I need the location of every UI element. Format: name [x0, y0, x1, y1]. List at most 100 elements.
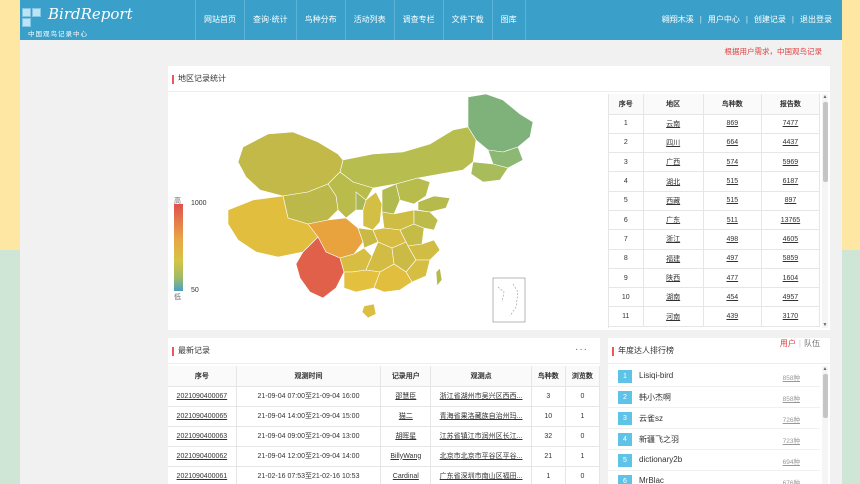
region-report-count[interactable]: 4605 — [761, 229, 820, 250]
region-report-count[interactable]: 897 — [761, 191, 820, 211]
record-location[interactable]: 浙江省湖州市吴兴区西西... — [430, 386, 532, 407]
table-row: 2021090400062 21-09-04 12:00至21-09-04 14:… — [168, 446, 601, 467]
col-header-region: 地区 — [643, 94, 704, 115]
record-location[interactable]: 江苏省镇江市润州区长江... — [430, 426, 532, 447]
table-row: 2021090400063 21-09-04 09:00至21-09-04 13:… — [168, 426, 601, 447]
region-species-count[interactable]: 515 — [703, 191, 762, 211]
region-species-count[interactable]: 439 — [703, 306, 762, 327]
username-link[interactable]: 翱翔木溪 — [662, 0, 694, 40]
region-species-count[interactable]: 454 — [703, 287, 762, 308]
record-serial[interactable]: 2021090400061 — [168, 466, 237, 484]
region-report-count[interactable]: 4437 — [761, 133, 820, 154]
region-index: 1 — [609, 114, 644, 134]
region-name[interactable]: 云南 — [643, 114, 704, 134]
region-name[interactable]: 四川 — [643, 133, 704, 154]
rank-user-name[interactable]: dictionary2b — [639, 455, 682, 464]
rank-user-name[interactable]: 新疆飞之羽 — [639, 434, 679, 445]
nav-gallery[interactable]: 图库 — [491, 0, 526, 40]
nav-species-distribution[interactable]: 鸟种分布 — [295, 0, 345, 40]
region-report-count[interactable]: 3170 — [761, 306, 820, 327]
region-name[interactable]: 广西 — [643, 152, 704, 173]
region-name[interactable]: 湖北 — [643, 171, 704, 192]
region-species-count[interactable]: 477 — [703, 268, 762, 289]
rank-species-count[interactable]: 726种 — [783, 414, 800, 424]
rank-species-count[interactable]: 694种 — [783, 456, 800, 466]
nav-query-stats[interactable]: 查询·统计 — [244, 0, 296, 40]
list-item[interactable]: 1 Lisiqi-bird 858种 — [608, 366, 820, 387]
region-species-count[interactable]: 511 — [703, 210, 762, 231]
region-report-count[interactable]: 5859 — [761, 249, 820, 269]
rank-user-name[interactable]: MrBlac — [639, 476, 664, 484]
list-item[interactable]: 4 新疆飞之羽 723种 — [608, 429, 820, 450]
region-name[interactable]: 河南 — [643, 306, 704, 327]
record-user[interactable]: 猫二 — [380, 406, 432, 427]
scrollbar-thumb[interactable] — [823, 102, 828, 182]
rank-species-count[interactable]: 858种 — [783, 372, 800, 382]
scroll-down-icon[interactable]: ▼ — [822, 322, 828, 328]
scroll-up-icon[interactable]: ▲ — [822, 366, 828, 372]
region-report-count[interactable]: 5969 — [761, 152, 820, 173]
region-name[interactable]: 西藏 — [643, 191, 704, 211]
record-serial[interactable]: 2021090400065 — [168, 406, 237, 427]
user-center-link[interactable]: 用户中心 — [708, 0, 740, 40]
list-item[interactable]: 3 云雀sz 726种 — [608, 408, 820, 429]
nav-home[interactable]: 网站首页 — [195, 0, 244, 40]
scroll-up-icon[interactable]: ▲ — [822, 94, 828, 100]
record-serial[interactable]: 2021090400067 — [168, 386, 237, 407]
record-location[interactable]: 北京市北京市平谷区平谷... — [430, 446, 532, 467]
notice-marquee[interactable]: 根据用户需求，中国观鸟记录 — [725, 46, 823, 57]
ranking-scrollbar[interactable]: ▲ — [822, 366, 828, 484]
region-species-count[interactable]: 664 — [703, 133, 762, 154]
region-species-count[interactable]: 869 — [703, 114, 762, 134]
nav-downloads[interactable]: 文件下载 — [442, 0, 492, 40]
list-item[interactable]: 5 dictionary2b 694种 — [608, 450, 820, 471]
list-item[interactable]: 6 MrBlac 676种 — [608, 471, 820, 484]
record-user[interactable]: BillyWang — [380, 446, 432, 467]
region-report-count[interactable]: 13765 — [761, 210, 820, 231]
record-serial[interactable]: 2021090400062 — [168, 446, 237, 467]
record-location[interactable]: 青海省果洛藏族自治州玛... — [430, 406, 532, 427]
record-serial[interactable]: 2021090400063 — [168, 426, 237, 447]
region-index: 8 — [609, 249, 644, 269]
region-row: 1 云南 869 7477 — [609, 114, 820, 134]
rank-user-name[interactable]: Lisiqi-bird — [639, 371, 673, 380]
rank-species-count[interactable]: 723种 — [783, 435, 800, 445]
rank-species-count[interactable]: 676种 — [783, 477, 800, 484]
region-row: 2 四川 664 4437 — [609, 133, 820, 154]
rank-user-name[interactable]: 韩小杰啊 — [639, 392, 671, 403]
region-report-count[interactable]: 6187 — [761, 171, 820, 192]
china-choropleth-map[interactable] — [168, 92, 608, 330]
tab-team[interactable]: 队伍 — [804, 339, 820, 348]
list-item[interactable]: 2 韩小杰啊 858种 — [608, 387, 820, 408]
legend-color-bar[interactable] — [174, 204, 183, 291]
nav-activities[interactable]: 活动列表 — [344, 0, 394, 40]
recent-records-title: 最新记录 — [168, 338, 600, 364]
region-report-count[interactable]: 7477 — [761, 114, 820, 134]
region-table-scrollbar[interactable]: ▲ ▼ — [822, 94, 828, 328]
region-report-count[interactable]: 1604 — [761, 268, 820, 289]
region-name[interactable]: 福建 — [643, 249, 704, 269]
region-name[interactable]: 湖南 — [643, 287, 704, 308]
logo-text: BirdReport — [48, 5, 133, 23]
logout-link[interactable]: 退出登录 — [800, 0, 832, 40]
region-species-count[interactable]: 515 — [703, 171, 762, 192]
region-name[interactable]: 浙江 — [643, 229, 704, 250]
region-species-count[interactable]: 497 — [703, 249, 762, 269]
more-records-button[interactable]: ··· — [575, 344, 588, 355]
region-species-count[interactable]: 498 — [703, 229, 762, 250]
rank-species-count[interactable]: 858种 — [783, 393, 800, 403]
record-user[interactable]: Cardinal — [380, 466, 432, 484]
create-record-link[interactable]: 创建记录 — [754, 0, 786, 40]
record-user[interactable]: 邵慧臣 — [380, 386, 432, 407]
record-location[interactable]: 广东省深圳市南山区福田... — [430, 466, 532, 484]
record-user[interactable]: 胡晖星 — [380, 426, 432, 447]
site-logo[interactable]: BirdReport 中国观鸟记录中心 — [22, 5, 137, 38]
rank-user-name[interactable]: 云雀sz — [639, 413, 663, 424]
region-report-count[interactable]: 4957 — [761, 287, 820, 308]
region-name[interactable]: 广东 — [643, 210, 704, 231]
region-species-count[interactable]: 574 — [703, 152, 762, 173]
region-name[interactable]: 陕西 — [643, 268, 704, 289]
nav-survey[interactable]: 调查专栏 — [393, 0, 443, 40]
scrollbar-thumb[interactable] — [823, 374, 828, 418]
tab-user[interactable]: 用户 — [780, 339, 796, 348]
